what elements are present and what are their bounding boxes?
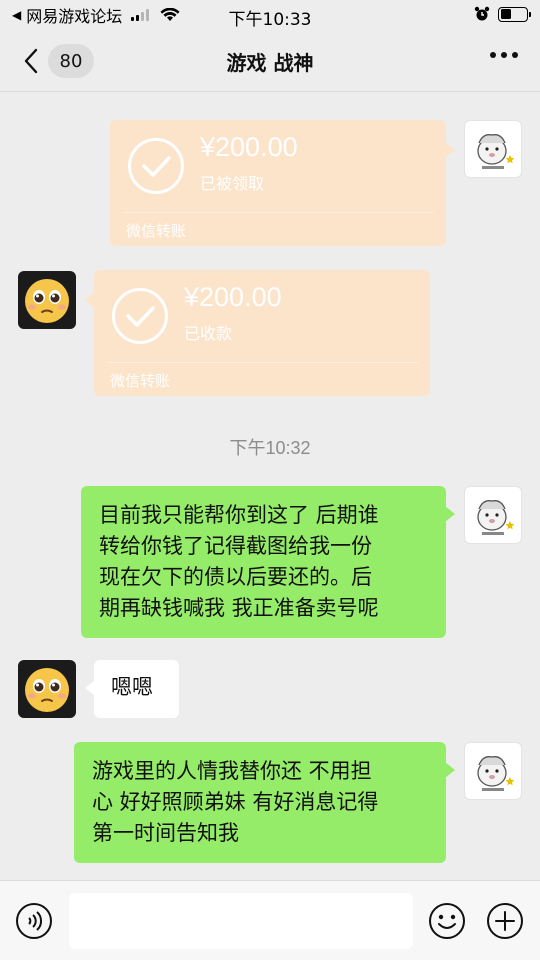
message-transfer-received: ¥200.00 已收款 微信转账 bbox=[0, 268, 540, 398]
avatar-friend[interactable] bbox=[18, 271, 76, 329]
message-text-sent: 目前我只能帮你到这了 后期谁 转给你钱了记得截图给我一份 现在欠下的债以后要还的… bbox=[0, 486, 540, 638]
message-input[interactable] bbox=[69, 893, 413, 949]
wifi-icon bbox=[160, 8, 180, 21]
emoji-icon[interactable] bbox=[428, 902, 466, 940]
message-bubble[interactable]: 目前我只能帮你到这了 后期谁 转给你钱了记得截图给我一份 现在欠下的债以后要还的… bbox=[81, 486, 455, 638]
message-bubble[interactable]: 嗯嗯 bbox=[85, 660, 179, 718]
avatar-friend[interactable] bbox=[18, 660, 76, 718]
message-line: 期再缺钱喊我 我正准备卖号呢 bbox=[99, 596, 379, 620]
chat-header: 80 游戏 战神 bbox=[0, 30, 540, 92]
transfer-amount: ¥200.00 bbox=[200, 132, 298, 162]
transfer-label: 微信转账 bbox=[110, 372, 171, 390]
check-circle-icon bbox=[128, 138, 184, 194]
more-options-button[interactable] bbox=[490, 52, 518, 58]
check-circle-icon bbox=[112, 288, 168, 344]
transfer-status: 已收款 bbox=[184, 324, 233, 343]
hamster-avatar-icon bbox=[477, 500, 515, 535]
transfer-status: 已被领取 bbox=[200, 174, 265, 193]
back-to-app-label[interactable]: 网易游戏论坛 bbox=[26, 3, 122, 27]
message-line: 第一时间告知我 bbox=[92, 821, 239, 845]
message-line: 目前我只能帮你到这了 后期谁 bbox=[99, 503, 379, 527]
avatar-self[interactable] bbox=[464, 486, 522, 544]
message-line: 转给你钱了记得截图给我一份 bbox=[99, 534, 372, 558]
message-timestamp: 下午10:32 bbox=[229, 438, 311, 458]
avatar-self[interactable] bbox=[464, 120, 522, 178]
avatar-self[interactable] bbox=[464, 742, 522, 800]
transfer-amount: ¥200.00 bbox=[184, 282, 282, 312]
message-bubble[interactable]: 游戏里的人情我替你还 不用担 心 好好照顾弟妹 有好消息记得 第一时间告知我 bbox=[74, 742, 455, 863]
battery-icon bbox=[498, 6, 531, 22]
pleading-face-icon bbox=[25, 279, 69, 323]
divider bbox=[106, 362, 418, 363]
transfer-card[interactable]: ¥200.00 已收款 微信转账 bbox=[85, 270, 430, 396]
add-plus-icon[interactable] bbox=[486, 902, 524, 940]
cellular-signal-icon bbox=[131, 9, 150, 21]
message-line: 现在欠下的债以后要还的。后 bbox=[99, 565, 372, 589]
message-text-received: 嗯嗯 bbox=[0, 658, 540, 720]
alarm-clock-icon bbox=[474, 6, 490, 21]
dot-icon bbox=[512, 52, 518, 58]
back-to-app-icon[interactable]: ◀ bbox=[12, 8, 21, 22]
message-text-sent: 游戏里的人情我替你还 不用担 心 好好照顾弟妹 有好消息记得 第一时间告知我 bbox=[0, 742, 540, 864]
message-transfer-sent: ¥200.00 已被领取 微信转账 bbox=[0, 118, 540, 248]
dot-icon bbox=[501, 52, 507, 58]
transfer-label: 微信转账 bbox=[126, 222, 187, 240]
hamster-avatar-icon bbox=[477, 756, 515, 791]
status-bar: ◀ 网易游戏论坛 下午10:33 bbox=[0, 0, 540, 30]
input-bar bbox=[0, 880, 540, 960]
message-line: 游戏里的人情我替你还 不用担 bbox=[92, 759, 372, 783]
hamster-avatar-icon bbox=[477, 134, 515, 169]
dot-icon bbox=[490, 52, 496, 58]
voice-input-icon[interactable] bbox=[15, 902, 53, 940]
pleading-face-icon bbox=[25, 668, 69, 712]
chat-title: 游戏 战神 bbox=[226, 51, 314, 75]
message-line: 心 好好照顾弟妹 有好消息记得 bbox=[92, 790, 379, 814]
divider bbox=[122, 212, 434, 213]
transfer-card[interactable]: ¥200.00 已被领取 微信转账 bbox=[110, 120, 455, 246]
